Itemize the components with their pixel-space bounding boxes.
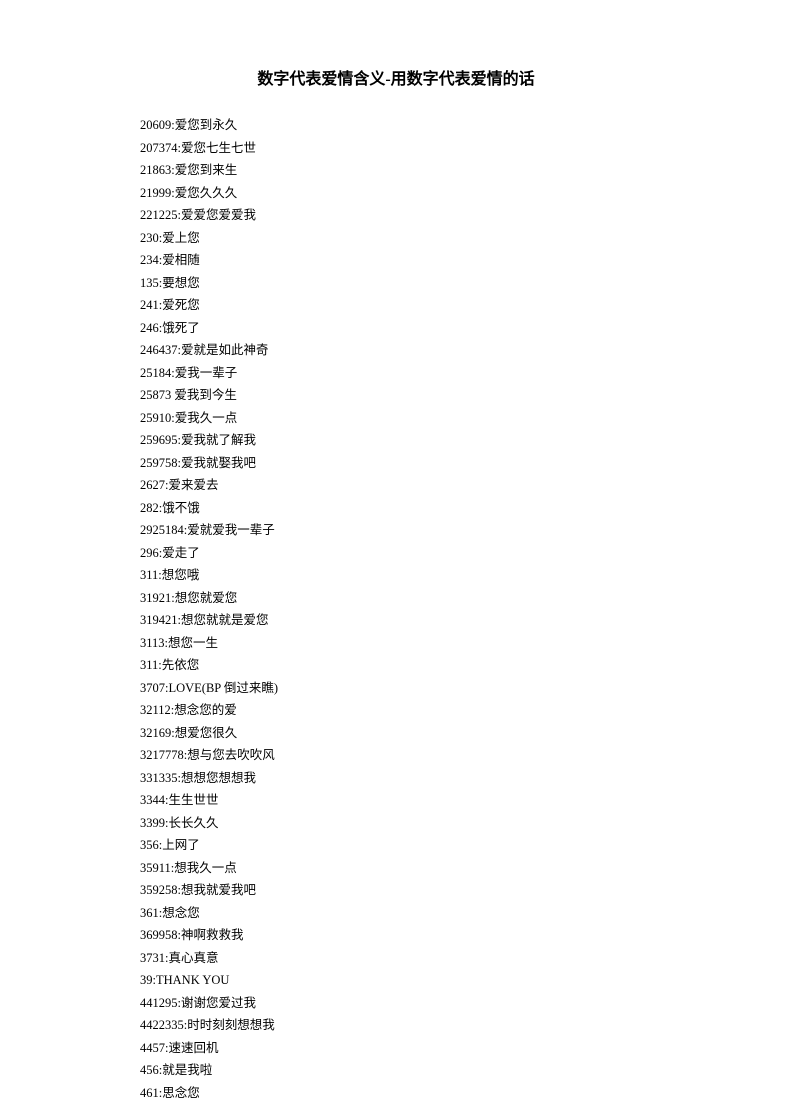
entry-line: 361:想念您 (140, 902, 652, 925)
entry-line: 25873 爱我到今生 (140, 384, 652, 407)
entry-line: 21863:爱您到来生 (140, 159, 652, 182)
entry-line: 356:上网了 (140, 834, 652, 857)
entry-line: 456:就是我啦 (140, 1059, 652, 1082)
entry-line: 35911:想我久一点 (140, 857, 652, 880)
entry-line: 4457:速速回机 (140, 1037, 652, 1060)
entry-line: 3731:真心真意 (140, 947, 652, 970)
entry-line: 2925184:爱就爱我一辈子 (140, 519, 652, 542)
entry-line: 3399:长长久久 (140, 812, 652, 835)
entry-line: 3344:生生世世 (140, 789, 652, 812)
entry-line: 331335:想想您想想我 (140, 767, 652, 790)
entry-line: 3707:LOVE(BP 倒过来瞧) (140, 677, 652, 700)
entry-line: 241:爱死您 (140, 294, 652, 317)
entry-line: 32112:想念您的爱 (140, 699, 652, 722)
entry-line: 4422335:时时刻刻想想我 (140, 1014, 652, 1037)
entry-line: 207374:爱您七生七世 (140, 137, 652, 160)
entry-line: 2627:爱来爱去 (140, 474, 652, 497)
entry-line: 259758:爱我就娶我吧 (140, 452, 652, 475)
entry-line: 282:饿不饿 (140, 497, 652, 520)
entry-line: 369958:神啊救救我 (140, 924, 652, 947)
page-title: 数字代表爱情含义-用数字代表爱情的话 (140, 65, 652, 89)
entry-line: 221225:爱爱您爱爱我 (140, 204, 652, 227)
entry-line: 246437:爱就是如此神奇 (140, 339, 652, 362)
entry-line: 246:饿死了 (140, 317, 652, 340)
entry-line: 31921:想您就爱您 (140, 587, 652, 610)
entry-line: 296:爱走了 (140, 542, 652, 565)
entry-list: 20609:爱您到永久207374:爱您七生七世21863:爱您到来生21999… (140, 114, 652, 1104)
entry-line: 25184:爱我一辈子 (140, 362, 652, 385)
entry-line: 230:爱上您 (140, 227, 652, 250)
entry-line: 311:先依您 (140, 654, 652, 677)
entry-line: 319421:想您就就是爱您 (140, 609, 652, 632)
entry-line: 21999:爱您久久久 (140, 182, 652, 205)
entry-line: 3217778:想与您去吹吹风 (140, 744, 652, 767)
entry-line: 461:思念您 (140, 1082, 652, 1105)
entry-line: 135:要想您 (140, 272, 652, 295)
entry-line: 39:THANK YOU (140, 969, 652, 992)
entry-line: 234:爱相随 (140, 249, 652, 272)
entry-line: 3113:想您一生 (140, 632, 652, 655)
entry-line: 25910:爱我久一点 (140, 407, 652, 430)
entry-line: 259695:爱我就了解我 (140, 429, 652, 452)
entry-line: 359258:想我就爱我吧 (140, 879, 652, 902)
entry-line: 32169:想爱您很久 (140, 722, 652, 745)
entry-line: 441295:谢谢您爱过我 (140, 992, 652, 1015)
entry-line: 20609:爱您到永久 (140, 114, 652, 137)
entry-line: 311:想您哦 (140, 564, 652, 587)
